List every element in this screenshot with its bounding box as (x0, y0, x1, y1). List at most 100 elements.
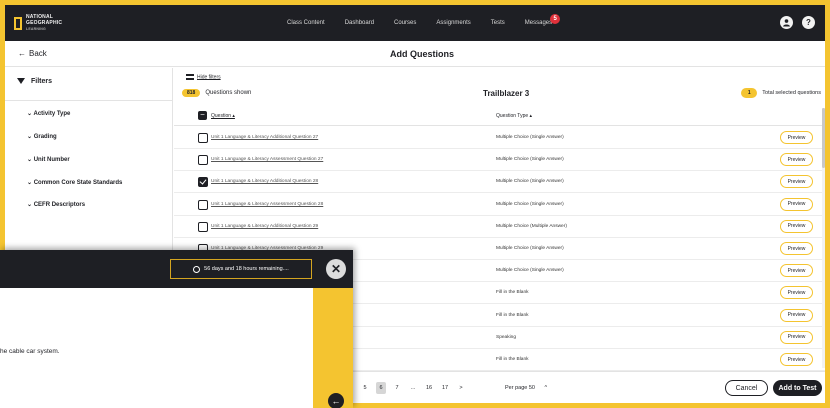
account-icon[interactable] (780, 16, 793, 29)
top-navigation: NATIONAL GEOGRAPHIC LEARNING Class Conte… (5, 5, 825, 41)
preview-button[interactable]: Preview (780, 308, 813, 322)
selected-count-badge: 1 (741, 88, 758, 98)
nav-courses[interactable]: Courses (394, 20, 416, 26)
nav-messages[interactable]: Messages 5 (524, 14, 561, 26)
row-checkbox[interactable] (198, 199, 208, 210)
filters-heading: Filters (17, 78, 52, 85)
question-type: Multiple Choice (Single Answer) (496, 201, 564, 207)
nav-messages-label: Messages (524, 20, 553, 26)
timer-text: 56 days and 18 hours remaining.... (204, 266, 289, 272)
question-type: Multiple Choice (Single Answer) (496, 268, 564, 274)
filter-label: CEFR Descriptors (33, 202, 86, 208)
question-row: Unit 1 Language & Literacy Additional Qu… (174, 171, 825, 194)
per-page-label: Per page 50 (505, 385, 535, 391)
filter-label: Unit Number (33, 157, 70, 163)
nav-class-content[interactable]: Class Content (287, 20, 325, 26)
preview-button[interactable]: Preview (780, 197, 813, 211)
clock-icon (193, 265, 201, 273)
row-checkbox[interactable] (198, 221, 208, 232)
hide-filters-label: Hide filters (197, 74, 221, 81)
question-column-header[interactable]: Question ▴ (211, 113, 235, 119)
page-5[interactable]: 5 (360, 382, 370, 394)
selected-total: 1 Total selected questions (741, 88, 821, 98)
yellow-frame: NATIONAL GEOGRAPHIC LEARNING Class Conte… (0, 0, 830, 408)
logo-line-3: LEARNING (26, 27, 46, 31)
question-row: Unit 1 Language & Literacy Assessment Qu… (174, 194, 825, 216)
filter-toggle-icon (186, 74, 194, 80)
question-row: Unit 1 Language & Literacy Additional Qu… (174, 216, 825, 238)
natgeo-logo[interactable]: NATIONAL GEOGRAPHIC LEARNING (14, 13, 62, 33)
back-arrow-icon[interactable]: ← (328, 393, 344, 408)
pagination: 5 6 7 ... 16 17 > (360, 382, 472, 394)
page-ellipsis: ... (410, 385, 416, 391)
question-type: Fill in the Blank (496, 290, 529, 296)
shown-label: Questions shown (205, 90, 252, 96)
preview-button[interactable]: Preview (780, 242, 813, 255)
scrollbar-thumb[interactable] (822, 108, 825, 168)
filter-common-core[interactable]: ⌄ Common Core State Standards (27, 179, 122, 186)
row-checkbox[interactable] (198, 133, 208, 143)
question-link[interactable]: Unit 1 Language & Literacy Assessment Qu… (211, 157, 323, 162)
preview-button[interactable]: Preview (780, 353, 813, 366)
question-type: Multiple Choice (Single Answer) (496, 157, 564, 163)
help-icon[interactable]: ? (802, 16, 815, 29)
select-all-checkbox[interactable]: − (198, 111, 207, 120)
nav-assignments[interactable]: Assignments (436, 20, 470, 26)
add-to-test-button[interactable]: Add to Test (773, 380, 822, 396)
question-type: Multiple Choice (Single Answer) (496, 246, 564, 251)
nav-tests[interactable]: Tests (491, 20, 505, 26)
overlay-body-text: he cable car system. (0, 348, 60, 355)
chevron-up-icon: ^ (544, 385, 548, 391)
type-column-header[interactable]: Question Type ▴ (496, 113, 532, 119)
question-link[interactable]: Unit 1 Language & Literacy Assessment Qu… (211, 202, 323, 207)
row-checkbox[interactable] (198, 155, 208, 166)
hide-filters-link[interactable]: Hide filters (186, 74, 221, 80)
per-page-select[interactable]: Per page 50 ^ (505, 385, 547, 391)
filter-unit-number[interactable]: ⌄ Unit Number (27, 156, 70, 163)
row-checkbox-checked[interactable] (198, 177, 208, 188)
preview-button[interactable]: Preview (780, 286, 813, 300)
close-button[interactable]: ✕ (326, 259, 346, 279)
funnel-icon (17, 78, 25, 85)
preview-button[interactable]: Preview (780, 175, 813, 189)
nav-links: Class Content Dashboard Courses Assignme… (287, 5, 572, 41)
filter-cefr[interactable]: ⌄ CEFR Descriptors (27, 201, 85, 208)
preview-button[interactable]: Preview (780, 330, 813, 344)
preview-button[interactable]: Preview (780, 219, 813, 233)
questions-shown: 818 Questions shown (182, 89, 251, 97)
page-7[interactable]: 7 (392, 382, 402, 394)
next-page-button[interactable]: > (456, 382, 466, 394)
question-type: Fill in the Blank (496, 312, 529, 318)
question-type: Speaking (496, 334, 517, 340)
filters-heading-label: Filters (31, 78, 53, 85)
question-row: Unit 1 Language & Literacy Additional Qu… (174, 127, 825, 149)
preview-button[interactable]: Preview (780, 153, 813, 167)
question-link[interactable]: Unit 1 Language & Literacy Additional Qu… (211, 179, 318, 184)
filter-activity-type[interactable]: ⌄ Activity Type (27, 110, 70, 117)
page-header: ← Back Add Questions (5, 41, 825, 67)
page-16[interactable]: 16 (424, 382, 434, 394)
question-link[interactable]: Unit 1 Language & Literacy Additional Qu… (211, 224, 318, 229)
back-arrow-icon: ← (18, 49, 26, 58)
back-button[interactable]: ← Back (18, 49, 47, 58)
preview-button[interactable]: Preview (780, 264, 813, 278)
selected-label: Total selected questions (762, 90, 821, 96)
test-name: Trailblazer 3 (483, 89, 530, 98)
filter-label: Activity Type (33, 111, 71, 117)
filter-label: Grading (33, 134, 57, 140)
question-type: Multiple Choice (Single Answer) (496, 135, 564, 140)
page-title: Add Questions (390, 49, 455, 59)
logo-frame-icon (14, 16, 22, 30)
filter-grading[interactable]: ⌄ Grading (27, 133, 57, 140)
page-6-current[interactable]: 6 (376, 382, 386, 394)
overlay-header: 56 days and 18 hours remaining.... ✕ (0, 250, 353, 288)
nav-dashboard[interactable]: Dashboard (345, 20, 374, 26)
time-remaining: 56 days and 18 hours remaining.... (170, 259, 312, 279)
cancel-button[interactable]: Cancel (725, 380, 768, 396)
question-link[interactable]: Unit 1 Language & Literacy Additional Qu… (211, 135, 318, 140)
preview-button[interactable]: Preview (780, 131, 813, 144)
shown-count-badge: 818 (182, 89, 201, 97)
question-row: Unit 1 Language & Literacy Assessment Qu… (174, 149, 825, 172)
filter-label: Common Core State Standards (33, 180, 123, 186)
page-17[interactable]: 17 (440, 382, 450, 394)
